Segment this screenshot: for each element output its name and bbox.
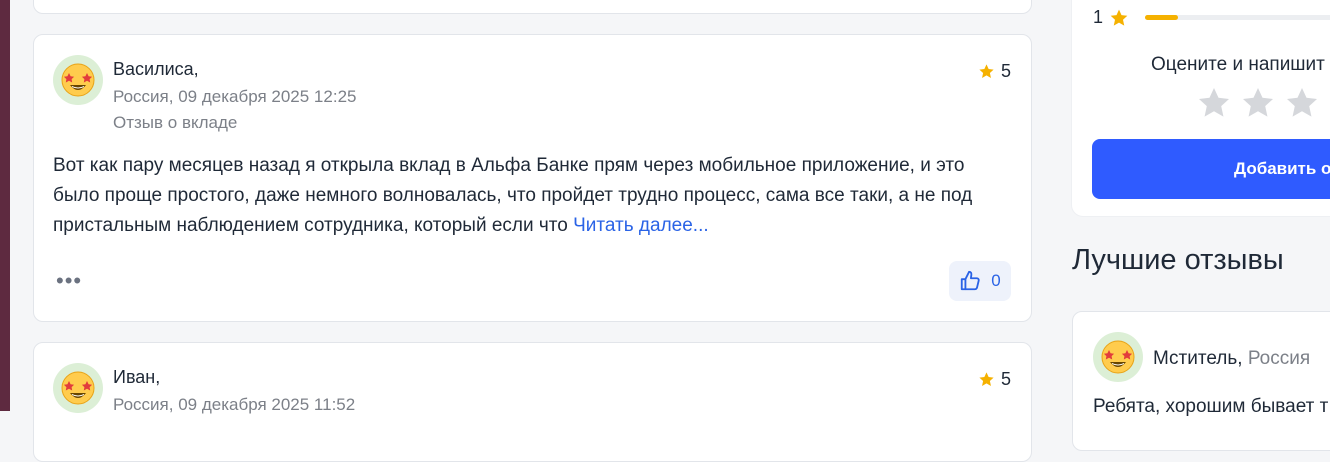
best-review-country: Россия [1247,348,1311,369]
star-icon [979,372,994,386]
rating-summary-card: 1 Оцените и напишит Добавить о [1071,0,1330,217]
best-review-text: Ребята, хорошим бывает т [1093,396,1329,417]
review-text-body: Вот как пару месяцев назад я открыла вкл… [53,155,973,236]
left-color-strip [0,0,10,411]
rating-bar-track [1145,15,1330,20]
best-review-card[interactable]: Мститель, Россия Ребята, хорошим бывает … [1072,311,1330,451]
review-meta: Россия, 09 декабря 2025 11:52 [113,395,356,414]
review-subject: Отзыв о вкладе [113,113,238,132]
star-struck-emoji-icon [61,63,95,97]
avatar [53,363,103,413]
add-review-button[interactable]: Добавить о [1092,139,1330,199]
review-author: Иван, [113,367,161,387]
empty-star-icon[interactable] [1196,85,1232,121]
like-button[interactable]: 0 [949,261,1011,301]
star-icon [1110,9,1128,26]
empty-star-icon[interactable] [1284,85,1320,121]
review-rating: 5 [978,61,1011,82]
empty-star-icon[interactable] [1240,85,1276,121]
thumbs-up-icon [961,270,980,291]
read-more-link[interactable]: Читать далее... [573,215,709,236]
more-options-button[interactable]: ••• [56,270,82,292]
review-card: Василиса, Россия, 09 декабря 2025 12:25 … [33,34,1032,322]
star-struck-emoji-icon [1101,340,1135,374]
review-author: Василиса, [113,59,199,79]
best-review-author-name: Мститель, [1153,348,1243,369]
like-count: 0 [991,271,1001,290]
rating-row-1: 1 [1093,7,1129,28]
rating-row-label: 1 [1093,7,1104,27]
star-icon [979,64,994,78]
review-meta: Россия, 09 декабря 2025 12:25 [113,87,357,106]
previous-review-card [33,0,1032,14]
review-rating-value: 5 [1000,61,1011,81]
rate-stars [1196,85,1320,121]
rate-prompt: Оцените и напишит [1151,54,1325,75]
avatar [53,55,103,105]
star-struck-emoji-icon [61,371,95,405]
review-card: Иван, Россия, 09 декабря 2025 11:52 5 [33,342,1032,462]
rating-bar-fill [1145,15,1178,20]
review-rating: 5 [978,369,1011,390]
review-rating-value: 5 [1000,369,1011,389]
avatar [1093,332,1143,382]
best-reviews-title: Лучшие отзывы [1072,244,1284,276]
best-review-author: Мститель, Россия [1153,348,1310,370]
review-text: Вот как пару месяцев назад я открыла вкл… [53,151,1013,241]
